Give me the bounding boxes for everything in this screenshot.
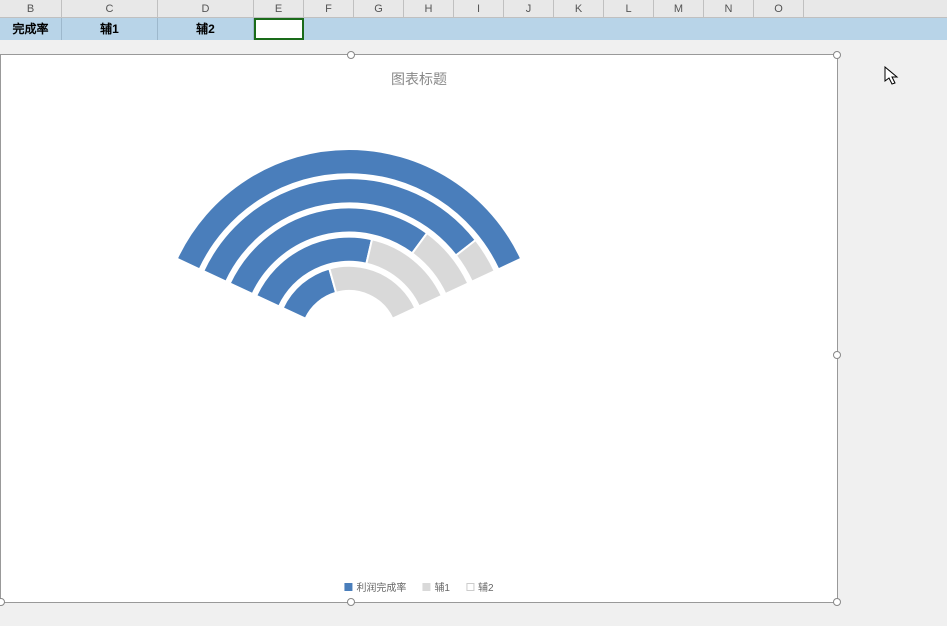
legend-label: 利润完成率 xyxy=(356,579,406,594)
column-header[interactable]: O xyxy=(754,0,804,17)
legend-item[interactable]: 利润完成率 xyxy=(344,579,406,594)
selection-handle[interactable] xyxy=(347,598,355,606)
chart-title[interactable]: 图表标题 xyxy=(1,69,837,89)
selection-handle[interactable] xyxy=(833,598,841,606)
column-header[interactable]: D xyxy=(158,0,254,17)
column-header[interactable]: I xyxy=(454,0,504,17)
column-header[interactable]: B xyxy=(0,0,62,17)
column-header[interactable]: M xyxy=(654,0,704,17)
column-header[interactable]: L xyxy=(604,0,654,17)
legend-swatch xyxy=(422,583,430,591)
chart-plot-area[interactable] xyxy=(69,89,769,549)
column-header[interactable]: C xyxy=(62,0,158,17)
active-cell[interactable] xyxy=(254,18,304,40)
column-headers: BCDEFGHIJKLMNO xyxy=(0,0,947,18)
legend-swatch xyxy=(466,583,474,591)
legend-item[interactable]: 辅2 xyxy=(466,579,494,594)
column-header[interactable]: H xyxy=(404,0,454,17)
selection-handle[interactable] xyxy=(347,51,355,59)
selection-handle[interactable] xyxy=(833,351,841,359)
legend-label: 辅1 xyxy=(434,579,450,594)
column-header[interactable]: K xyxy=(554,0,604,17)
selection-handle[interactable] xyxy=(833,51,841,59)
legend-swatch xyxy=(344,583,352,591)
header-row: 完成率辅1辅2 xyxy=(0,18,947,40)
header-cell[interactable]: 完成率 xyxy=(0,18,62,40)
legend-label: 辅2 xyxy=(478,579,494,594)
column-header[interactable]: E xyxy=(254,0,304,17)
chart-object[interactable]: 图表标题 利润完成率 辅1 辅2 xyxy=(0,54,838,603)
column-header[interactable]: G xyxy=(354,0,404,17)
column-header[interactable]: N xyxy=(704,0,754,17)
header-cell[interactable]: 辅1 xyxy=(62,18,158,40)
column-header[interactable]: F xyxy=(304,0,354,17)
legend-item[interactable]: 辅1 xyxy=(422,579,450,594)
chart-legend[interactable]: 利润完成率 辅1 辅2 xyxy=(344,579,493,594)
selection-handle[interactable] xyxy=(0,598,5,606)
header-cell[interactable]: 辅2 xyxy=(158,18,254,40)
cursor-icon xyxy=(884,66,902,88)
column-header[interactable]: J xyxy=(504,0,554,17)
